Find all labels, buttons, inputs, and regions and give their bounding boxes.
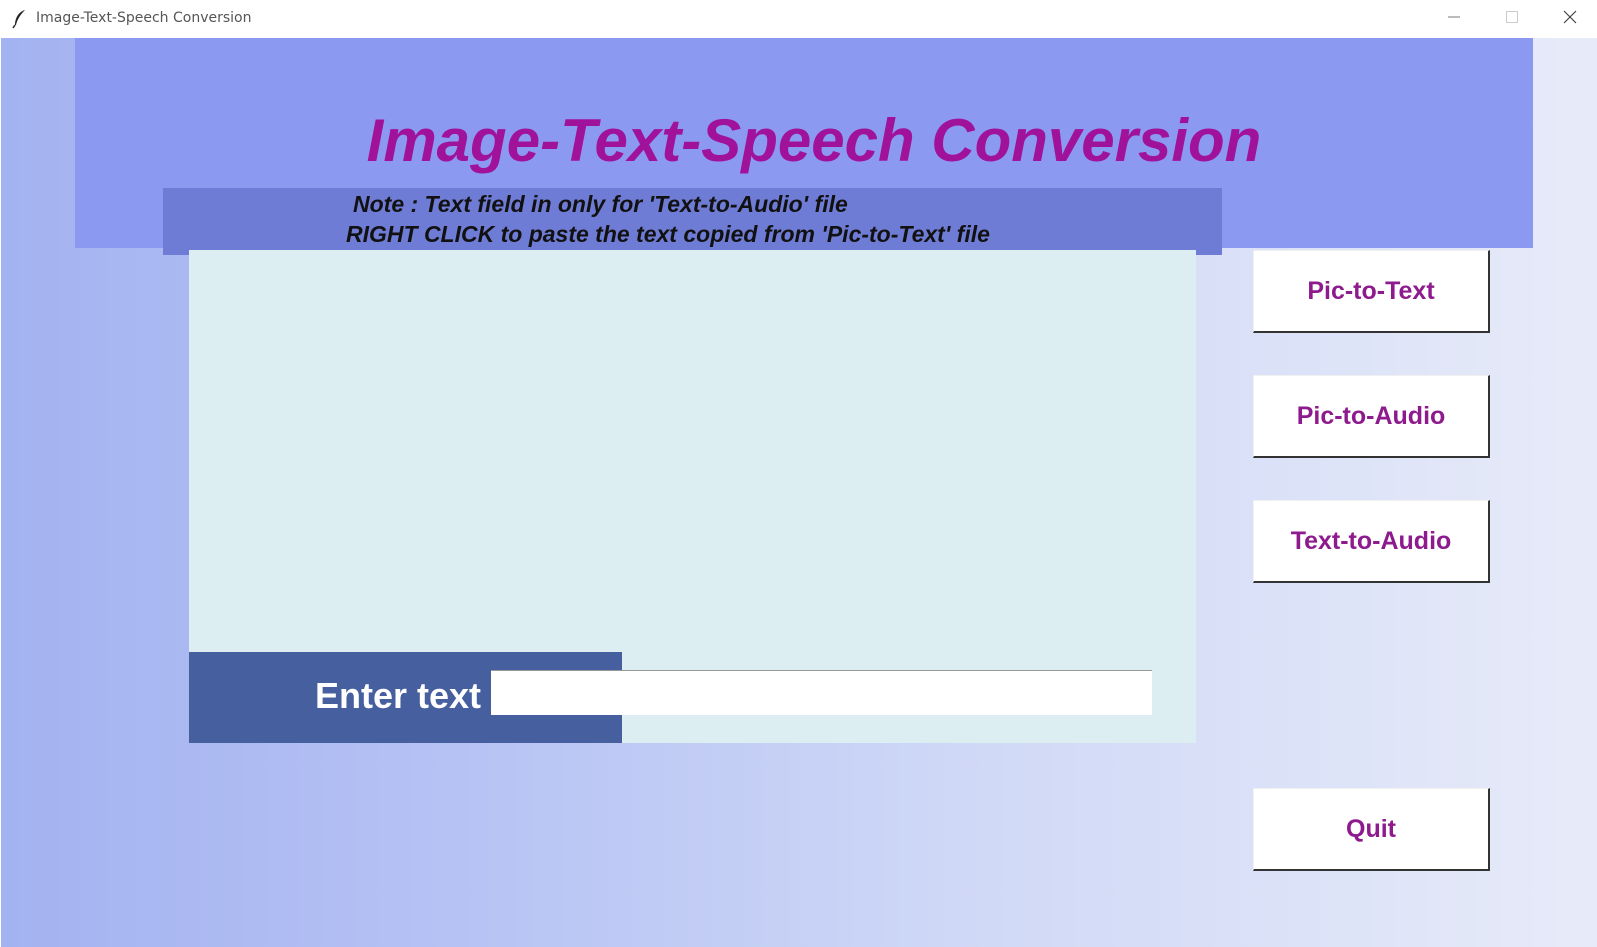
page-title: Image-Text-Speech Conversion xyxy=(366,107,1262,174)
window-title: Image-Text-Speech Conversion xyxy=(36,10,252,26)
pic-to-audio-button[interactable]: Pic-to-Audio xyxy=(1253,375,1490,458)
pic-to-text-button[interactable]: Pic-to-Text xyxy=(1253,250,1490,333)
close-button[interactable] xyxy=(1541,0,1597,38)
client-area: Image-Text-Speech Conversion Note : Text… xyxy=(1,38,1597,947)
close-icon xyxy=(1563,10,1577,29)
maximize-icon xyxy=(1506,10,1518,28)
window-titlebar: Image-Text-Speech Conversion xyxy=(0,0,1597,38)
text-entry-field[interactable] xyxy=(491,670,1152,715)
feather-icon xyxy=(12,9,28,29)
enter-text-label: Enter text : xyxy=(315,675,504,716)
minimize-button[interactable] xyxy=(1425,0,1483,38)
text-to-audio-button[interactable]: Text-to-Audio xyxy=(1253,500,1490,583)
note-line-1: Note : Text field in only for 'Text-to-A… xyxy=(353,191,848,217)
quit-button[interactable]: Quit xyxy=(1253,788,1490,871)
maximize-button[interactable] xyxy=(1483,0,1541,38)
minimize-icon xyxy=(1448,10,1460,28)
note-line-2: RIGHT CLICK to paste the text copied fro… xyxy=(346,221,990,247)
